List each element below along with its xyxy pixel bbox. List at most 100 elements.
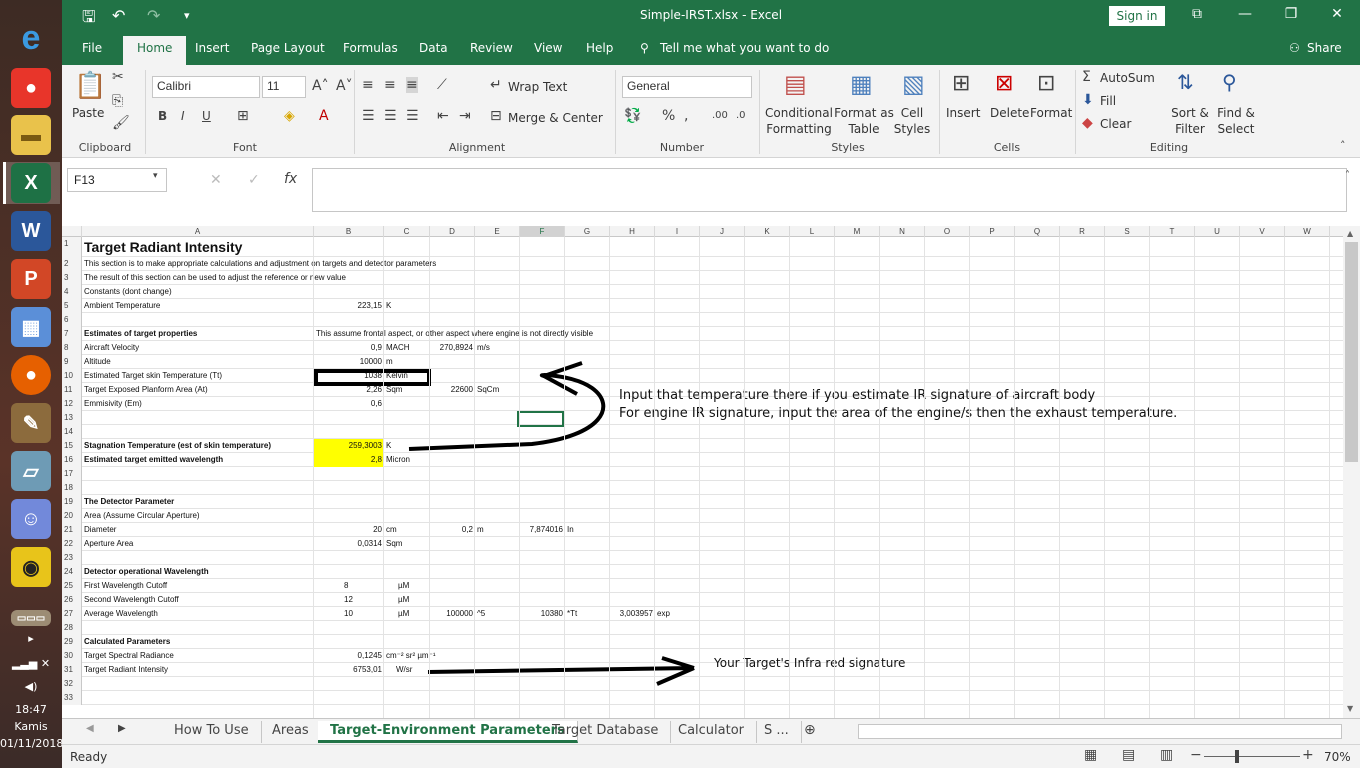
firefox-icon[interactable]: ●: [11, 355, 51, 395]
delete-cells-icon[interactable]: ⊠: [995, 71, 1013, 96]
sheet-tab-6[interactable]: S ...: [752, 721, 802, 743]
sheet-tab-2[interactable]: Areas: [260, 721, 322, 743]
tab-view[interactable]: View: [534, 41, 562, 55]
restore-button[interactable]: ❐: [1276, 6, 1306, 22]
tell-me-search[interactable]: Tell me what you want to do: [660, 41, 829, 55]
name-box[interactable]: F13: [67, 168, 167, 192]
align-center-icon[interactable]: ☰: [384, 108, 397, 124]
insert-cells-button[interactable]: Insert: [946, 105, 980, 121]
selected-cell-f13[interactable]: [517, 411, 564, 427]
paste-button[interactable]: Paste: [72, 105, 104, 121]
increase-font-icon[interactable]: A˄: [312, 78, 329, 94]
network-icon[interactable]: ▂▃▅ ✕: [0, 657, 62, 670]
ribbon-display-icon[interactable]: ⧉: [1182, 6, 1212, 22]
app-yellow-icon[interactable]: ◉: [11, 547, 51, 587]
clear-button[interactable]: Clear: [1100, 116, 1131, 132]
vertical-scrollbar[interactable]: ▲ ▼: [1343, 226, 1360, 718]
normal-view-icon[interactable]: ▦: [1084, 747, 1097, 763]
scroll-thumb[interactable]: [1345, 242, 1358, 462]
top-align-icon[interactable]: ≡: [362, 77, 374, 93]
accounting-icon[interactable]: 💱: [624, 108, 641, 124]
underline-icon[interactable]: U: [202, 109, 211, 123]
find-select-button[interactable]: Find & Select: [1214, 105, 1258, 137]
number-format-select[interactable]: General: [622, 76, 752, 98]
increase-indent-icon[interactable]: ⇥: [459, 108, 471, 124]
app-red-icon[interactable]: ●: [11, 68, 51, 108]
bold-icon[interactable]: B: [158, 109, 167, 123]
sign-in-button[interactable]: Sign in: [1109, 6, 1165, 26]
comma-icon[interactable]: ,: [684, 108, 688, 124]
delete-cells-button[interactable]: Delete: [990, 105, 1029, 121]
confirm-entry-icon[interactable]: ✓: [248, 172, 260, 188]
font-color-icon[interactable]: A: [319, 108, 329, 124]
sheet-tab-1[interactable]: How To Use: [162, 721, 262, 743]
borders-icon[interactable]: ⊞: [237, 108, 249, 124]
font-size-select[interactable]: 11: [262, 76, 306, 98]
format-cells-icon[interactable]: ⊡: [1037, 71, 1055, 96]
worksheet-grid[interactable]: ABCDEFGHIJKLMNOPQRSTUVW 1 Target Radiant …: [62, 226, 1343, 718]
next-sheet-icon[interactable]: ▶: [118, 723, 126, 734]
zoom-slider[interactable]: [1204, 756, 1300, 757]
formula-input[interactable]: [312, 168, 1347, 212]
fill-icon[interactable]: ⬇: [1082, 92, 1094, 108]
decrease-font-icon[interactable]: A˅: [336, 78, 353, 94]
increase-decimal-icon[interactable]: .00: [712, 110, 728, 121]
file-explorer-icon[interactable]: ▬: [11, 115, 51, 155]
tab-file[interactable]: File: [82, 41, 102, 55]
conditional-formatting-button[interactable]: Conditional Formatting: [762, 105, 836, 137]
page-break-view-icon[interactable]: ▥: [1160, 747, 1173, 763]
ie-icon[interactable]: e: [11, 18, 51, 58]
calculator-icon[interactable]: ▦: [11, 307, 51, 347]
minimize-button[interactable]: —: [1230, 6, 1260, 22]
name-box-dropdown-icon[interactable]: ▾: [153, 171, 158, 181]
wrap-text-icon[interactable]: ↵: [490, 77, 502, 93]
sort-filter-icon[interactable]: ⇅: [1177, 70, 1194, 94]
align-left-icon[interactable]: ☰: [362, 108, 375, 124]
share-button[interactable]: Share: [1307, 41, 1342, 55]
discord-icon[interactable]: ☺: [11, 499, 51, 539]
tab-review[interactable]: Review: [470, 41, 513, 55]
sort-filter-button[interactable]: Sort & Filter: [1170, 105, 1210, 137]
bottom-align-icon[interactable]: ≡: [406, 77, 418, 93]
fill-button[interactable]: Fill: [1100, 93, 1116, 109]
eraser-icon[interactable]: ◆: [1082, 115, 1093, 131]
conditional-formatting-icon[interactable]: ▤: [784, 70, 807, 98]
align-right-icon[interactable]: ☰: [406, 108, 419, 124]
prev-sheet-icon[interactable]: ◀: [86, 723, 94, 734]
powerpoint-icon[interactable]: P: [11, 259, 51, 299]
italic-icon[interactable]: I: [181, 109, 185, 123]
clock-day[interactable]: Kamis: [0, 720, 62, 733]
zoom-out-icon[interactable]: −: [1190, 747, 1202, 763]
tab-formulas[interactable]: Formulas: [343, 41, 398, 55]
sheet-tab-3[interactable]: Target-Environment Parameters: [318, 721, 578, 743]
paste-icon[interactable]: 📋: [74, 71, 106, 101]
zoom-slider-thumb[interactable]: [1235, 750, 1239, 763]
decrease-decimal-icon[interactable]: .0: [736, 110, 746, 121]
sheet-tab-5[interactable]: Calculator: [666, 721, 758, 743]
cell-styles-button[interactable]: Cell Styles: [892, 105, 932, 137]
tray-chevron-icon[interactable]: ▸: [0, 632, 62, 645]
orientation-icon[interactable]: ⟋: [437, 77, 447, 93]
scroll-down-icon[interactable]: ▼: [1347, 704, 1353, 713]
format-painter-icon[interactable]: 🖌: [112, 115, 130, 131]
tab-page-layout[interactable]: Page Layout: [251, 41, 325, 55]
word-icon[interactable]: W: [11, 211, 51, 251]
wrap-text-button[interactable]: Wrap Text: [508, 79, 567, 95]
font-name-select[interactable]: Calibri: [152, 76, 260, 98]
tab-help[interactable]: Help: [586, 41, 613, 55]
desktop-peek-icon[interactable]: ▭▭▭: [11, 610, 51, 626]
format-as-table-button[interactable]: Format as Table: [832, 105, 896, 137]
page-layout-view-icon[interactable]: ▤: [1122, 747, 1135, 763]
merge-center-button[interactable]: Merge & Center: [508, 110, 603, 126]
decrease-indent-icon[interactable]: ⇤: [437, 108, 449, 124]
cell-styles-icon[interactable]: ▧: [902, 70, 925, 98]
merge-icon[interactable]: ⊟: [490, 108, 502, 124]
notes-icon[interactable]: ▱: [11, 451, 51, 491]
insert-function-icon[interactable]: fx: [284, 171, 297, 187]
scroll-up-icon[interactable]: ▲: [1347, 229, 1353, 238]
clock-time[interactable]: 18:47: [0, 703, 62, 716]
volume-icon[interactable]: ◀): [0, 680, 62, 693]
fill-color-icon[interactable]: ◈: [284, 108, 295, 124]
close-button[interactable]: ✕: [1322, 6, 1352, 22]
tab-data[interactable]: Data: [419, 41, 448, 55]
